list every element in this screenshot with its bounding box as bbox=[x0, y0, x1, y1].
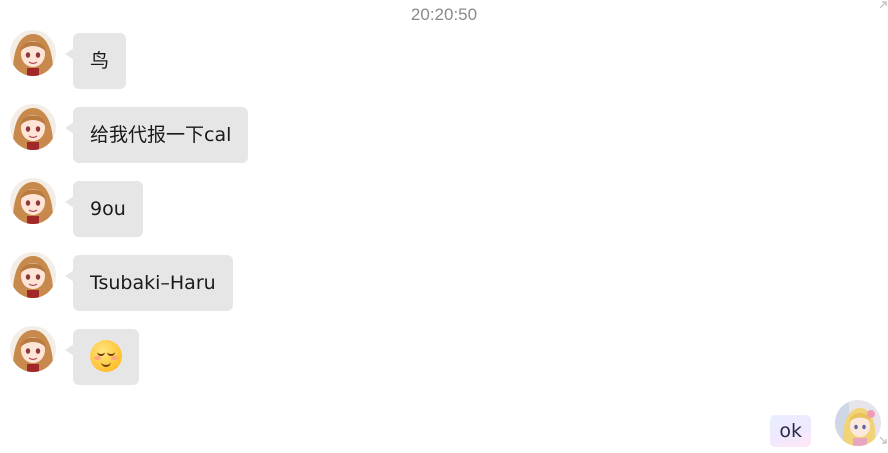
avatar[interactable] bbox=[10, 104, 56, 150]
message-timestamp: 20:20:50 bbox=[410, 5, 478, 24]
message-bubble[interactable]: 9ou bbox=[65, 181, 143, 237]
avatar[interactable] bbox=[10, 326, 56, 372]
avatar[interactable] bbox=[10, 30, 56, 76]
outgoing-message: ok bbox=[681, 399, 881, 449]
message-bubble[interactable]: 鸟 bbox=[64, 33, 127, 89]
message-bubble[interactable]: Tsubaki–Haru bbox=[65, 255, 233, 311]
avatar-image bbox=[10, 30, 56, 76]
avatar-image bbox=[10, 104, 56, 150]
avatar-image bbox=[10, 178, 56, 224]
smiling-blush-emoji-icon bbox=[90, 340, 122, 372]
avatar[interactable] bbox=[835, 400, 881, 446]
avatar-image bbox=[10, 252, 56, 298]
message-bubble[interactable]: ok bbox=[770, 415, 811, 447]
avatar[interactable] bbox=[10, 178, 56, 224]
avatar-image bbox=[10, 326, 56, 372]
message-bubble[interactable]: 给我代报一下cal bbox=[64, 107, 249, 163]
resize-arrow-icon[interactable] bbox=[878, 0, 888, 10]
message-bubble[interactable] bbox=[65, 329, 139, 385]
avatar[interactable] bbox=[10, 252, 56, 298]
avatar-image bbox=[835, 400, 881, 446]
